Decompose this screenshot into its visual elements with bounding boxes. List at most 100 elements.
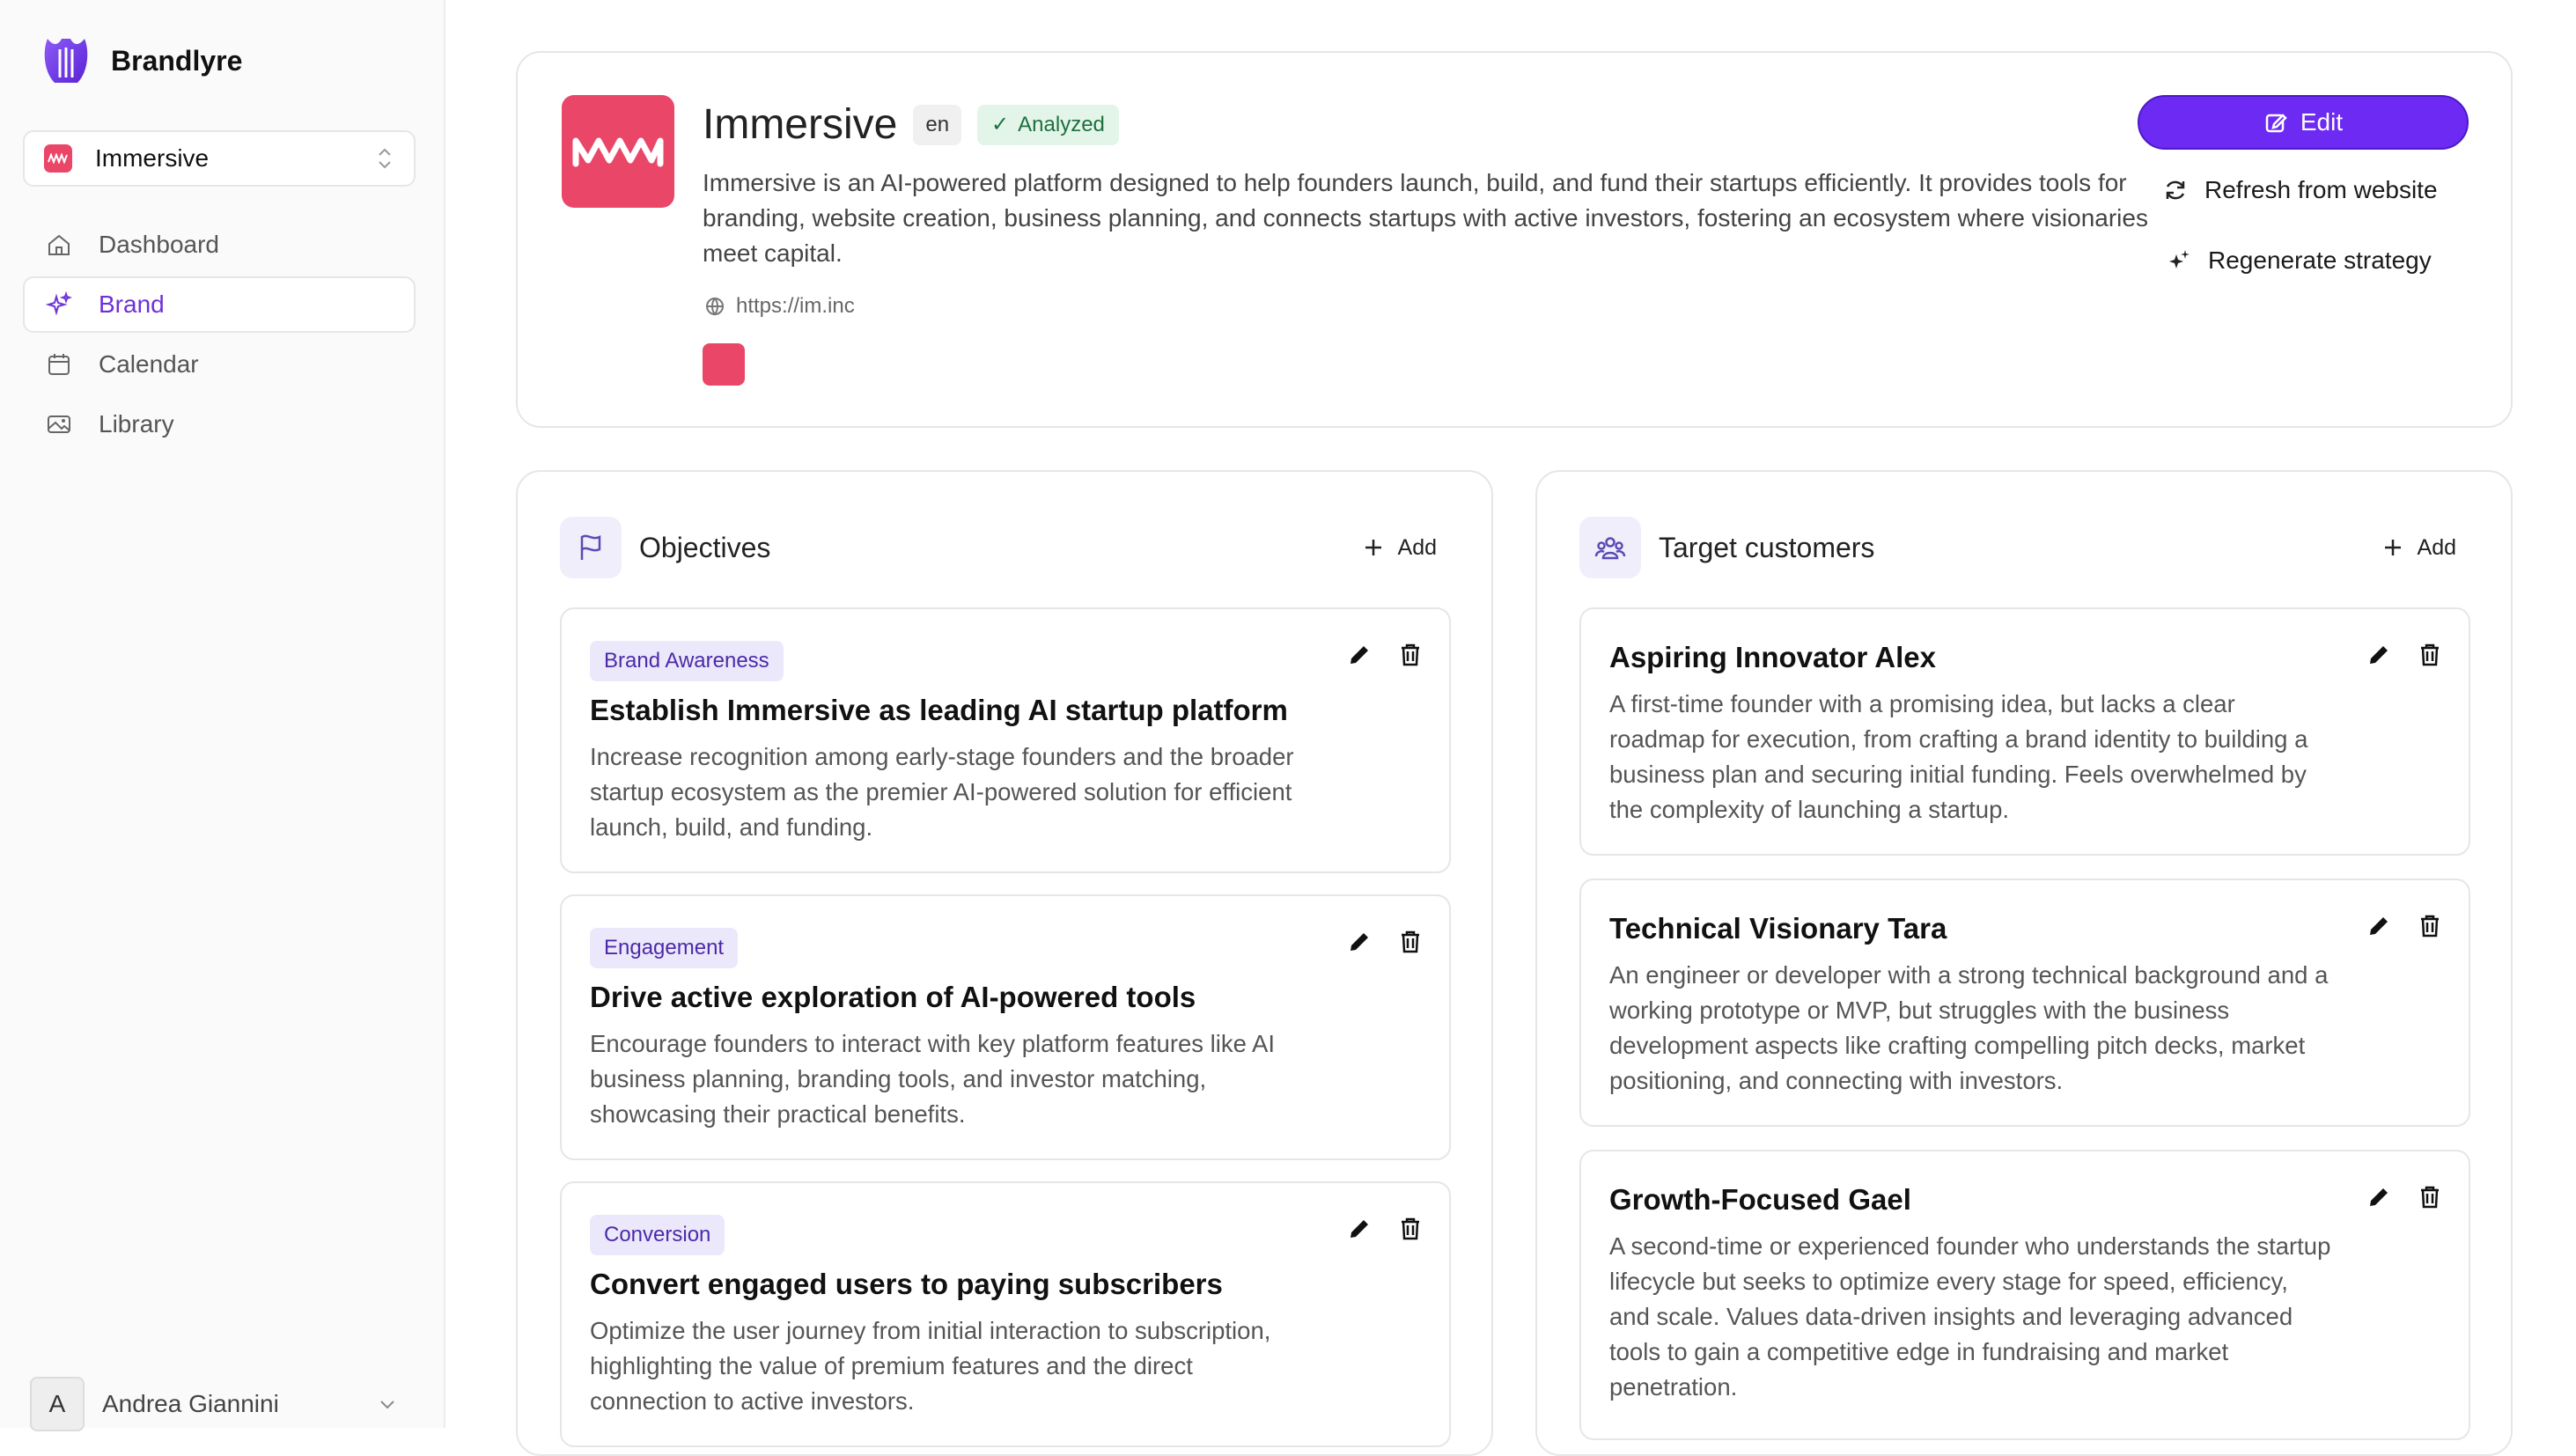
- status-badge: ✓ Analyzed: [977, 104, 1119, 145]
- objective-title: Drive active exploration of AI-powered t…: [590, 981, 1196, 1013]
- chevron-updown-icon: [379, 148, 391, 169]
- objective-card: Brand Awareness Establish Immersive as l…: [560, 607, 1451, 873]
- refresh-button[interactable]: Refresh from website: [2162, 176, 2438, 204]
- user-name: Andrea Giannini: [102, 1390, 279, 1417]
- item-tools: [2365, 912, 2444, 940]
- image-icon: [48, 415, 70, 433]
- persona-title: Technical Visionary Tara: [1609, 912, 1947, 945]
- trash-icon[interactable]: [2416, 641, 2444, 669]
- pencil-icon[interactable]: [2365, 912, 2393, 940]
- edit-label: Edit: [2300, 108, 2344, 136]
- item-tools: [1345, 928, 1424, 956]
- persona-card: Aspiring Innovator Alex A first-time fou…: [1579, 607, 2470, 856]
- refresh-label: Refresh from website: [2204, 176, 2438, 203]
- pencil-icon[interactable]: [2365, 1183, 2393, 1211]
- persona-title: Aspiring Innovator Alex: [1609, 641, 1936, 673]
- home-icon: [48, 234, 70, 255]
- status-label: Analyzed: [1018, 112, 1105, 136]
- sidebar-item-label: Dashboard: [99, 231, 219, 258]
- wave-logo-icon: [572, 137, 664, 167]
- sidebar-item-library[interactable]: Library: [23, 396, 416, 452]
- objectives-panel: Objectives Add Brand Awareness Establish…: [516, 470, 1493, 1456]
- item-tools: [2365, 1183, 2444, 1211]
- sidebar-item-label: Brand: [99, 290, 165, 318]
- edit-icon: [2265, 114, 2287, 133]
- brand-title-row: Immersive en ✓ Analyzed: [703, 100, 1119, 149]
- sidebar-item-dashboard[interactable]: Dashboard: [23, 217, 416, 273]
- brand-description: Immersive is an AI-powered platform desi…: [703, 169, 2148, 267]
- persona-description: A first-time founder with a promising id…: [1609, 690, 2308, 823]
- add-label: Add: [2417, 534, 2456, 560]
- brand-url-text: https://im.inc: [736, 294, 855, 318]
- app-name: Brandlyre: [111, 44, 243, 77]
- pencil-icon[interactable]: [1345, 1215, 1373, 1243]
- sidebar-nav: Dashboard Brand Calendar Library: [23, 217, 416, 456]
- chevron-down-icon: [380, 1401, 394, 1409]
- trash-icon[interactable]: [1396, 1215, 1424, 1243]
- target-customers-header: Target customers Add: [1579, 516, 2469, 579]
- trash-icon[interactable]: [1396, 641, 1424, 669]
- brand-card: Immersive en ✓ Analyzed Immersive is an A…: [516, 51, 2513, 428]
- sidebar-item-label: Library: [99, 410, 174, 438]
- objectives-header: Objectives Add: [560, 516, 1449, 579]
- app-logo[interactable]: Brandlyre: [40, 33, 242, 88]
- item-tools: [2365, 641, 2444, 669]
- persona-description: A second-time or experienced founder who…: [1609, 1232, 2331, 1401]
- avatar: A: [30, 1377, 85, 1431]
- pencil-icon[interactable]: [2365, 641, 2393, 669]
- item-tools: [1345, 1215, 1424, 1243]
- objective-tag: Brand Awareness: [590, 641, 784, 681]
- trash-icon[interactable]: [1396, 928, 1424, 956]
- workspace-logo-icon: [44, 144, 72, 173]
- trash-icon[interactable]: [2416, 912, 2444, 940]
- objective-title: Establish Immersive as leading AI startu…: [590, 694, 1288, 726]
- sidebar-item-label: Calendar: [99, 350, 199, 378]
- sidebar: Brandlyre Immersive Dashboard Brand Cale…: [0, 0, 445, 1431]
- persona-card: Growth-Focused Gael A second-time or exp…: [1579, 1150, 2470, 1440]
- plus-icon: [2384, 540, 2401, 555]
- add-objective-button[interactable]: Add: [1363, 535, 1437, 561]
- objective-card: Conversion Convert engaged users to payi…: [560, 1181, 1451, 1447]
- trash-icon[interactable]: [2416, 1183, 2444, 1211]
- lyre-logo-icon: [44, 39, 88, 83]
- persona-card: Technical Visionary Tara An engineer or …: [1579, 879, 2470, 1127]
- globe-icon: [706, 298, 724, 316]
- users-icon: [1579, 517, 1641, 578]
- pencil-icon[interactable]: [1345, 928, 1373, 956]
- sparkles-icon: [46, 291, 72, 316]
- brand-name: Immersive: [703, 101, 898, 148]
- add-label: Add: [1397, 534, 1437, 560]
- flag-icon: [560, 517, 622, 578]
- persona-title: Growth-Focused Gael: [1609, 1183, 1911, 1216]
- objective-tag: Engagement: [590, 928, 739, 968]
- objective-description: Increase recognition among early-stage f…: [590, 743, 1294, 841]
- brand-color-swatch[interactable]: [703, 343, 745, 386]
- objective-tag: Conversion: [590, 1215, 725, 1255]
- edit-button[interactable]: Edit: [2138, 95, 2469, 150]
- plus-icon: [1365, 540, 1381, 555]
- sidebar-item-brand[interactable]: Brand: [23, 276, 416, 333]
- objective-card: Engagement Drive active exploration of A…: [560, 894, 1451, 1160]
- language-badge: en: [913, 104, 962, 145]
- item-tools: [1345, 641, 1424, 669]
- pencil-icon[interactable]: [1345, 641, 1373, 669]
- sidebar-item-calendar[interactable]: Calendar: [23, 336, 416, 393]
- workspace-switcher[interactable]: Immersive: [23, 130, 416, 187]
- refresh-icon: [2166, 180, 2185, 200]
- persona-description: An engineer or developer with a strong t…: [1609, 961, 2329, 1094]
- objective-description: Optimize the user journey from initial i…: [590, 1317, 1271, 1415]
- regenerate-strategy-button[interactable]: Regenerate strategy: [2166, 246, 2432, 275]
- user-menu[interactable]: A Andrea Giannini: [30, 1373, 400, 1435]
- workspace-name: Immersive: [95, 144, 210, 172]
- add-target-button[interactable]: Add: [2382, 535, 2456, 561]
- target-customers-panel: Target customers Add Aspiring Innovator …: [1535, 470, 2513, 1456]
- objective-title: Convert engaged users to paying subscrib…: [590, 1268, 1223, 1300]
- check-icon: ✓: [991, 113, 1010, 136]
- calendar-icon: [48, 354, 70, 375]
- brand-logo: [562, 95, 674, 208]
- regenerate-label: Regenerate strategy: [2208, 246, 2432, 274]
- section-title: Target customers: [1659, 531, 1875, 563]
- objective-description: Encourage founders to interact with key …: [590, 1030, 1276, 1128]
- sparkles-icon: [2169, 250, 2190, 268]
- brand-url[interactable]: https://im.inc: [704, 294, 855, 319]
